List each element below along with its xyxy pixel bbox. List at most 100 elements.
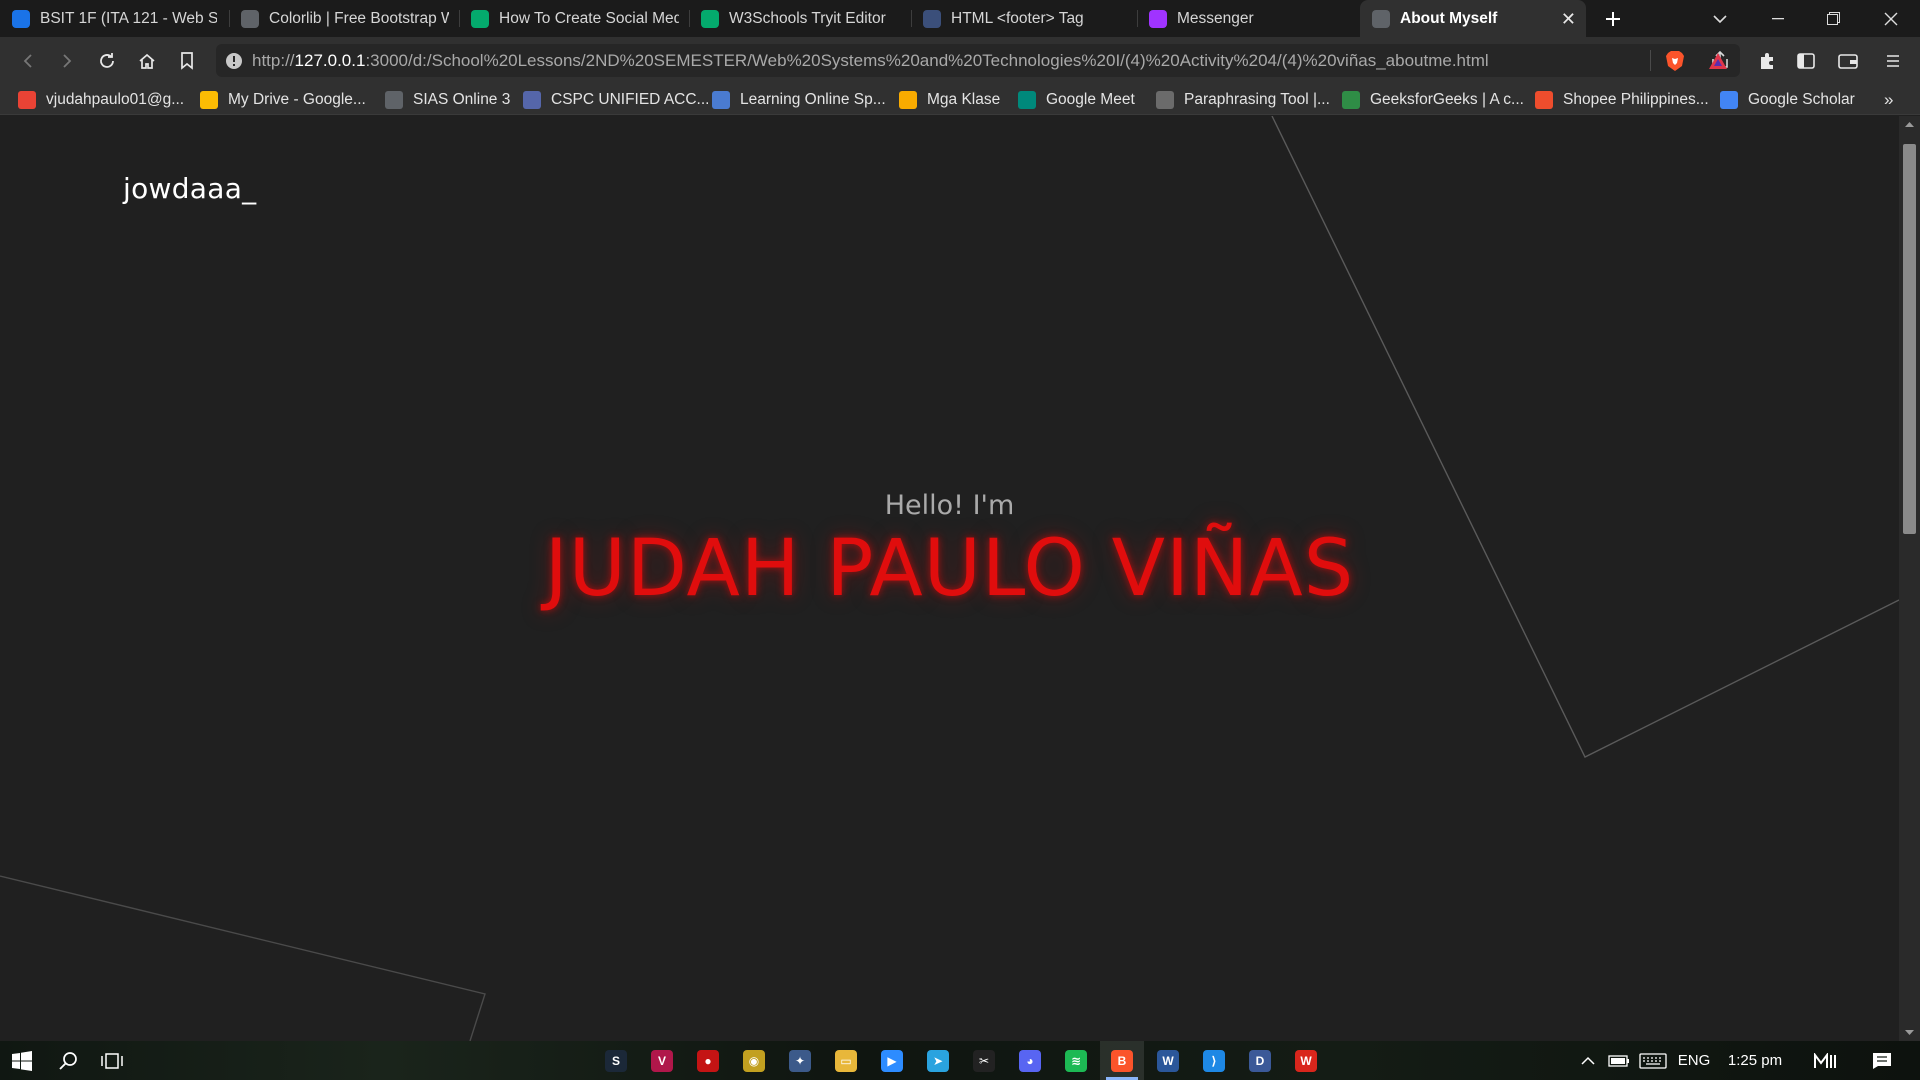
taskbar-app-3[interactable]: ● <box>686 1041 730 1080</box>
language-indicator[interactable]: ENG <box>1676 1041 1712 1080</box>
browser-window: BSIT 1F (ITA 121 - Web Syst Colorlib | Fr… <box>0 0 1920 1080</box>
taskbar-app-16[interactable]: W <box>1284 1041 1328 1080</box>
menu-button[interactable] <box>1875 37 1911 84</box>
pinterest-like-icon: V <box>651 1049 673 1072</box>
taskbar-app-10[interactable]: ◕ <box>1008 1041 1052 1080</box>
taskbar-app-7[interactable]: ▶ <box>870 1041 914 1080</box>
tab-1[interactable]: BSIT 1F (ITA 121 - Web Syst <box>0 0 227 37</box>
scrollbar-thumb[interactable] <box>1903 144 1916 534</box>
touch-keyboard-button[interactable] <box>1636 1041 1670 1080</box>
bookmark-item[interactable]: Mga Klase <box>899 84 1000 115</box>
bookmark-label: Learning Online Sp... <box>740 90 886 108</box>
discord-icon: ◕ <box>1019 1049 1041 1072</box>
bookmark-item[interactable]: Shopee Philippines... <box>1535 84 1709 115</box>
close-window-button[interactable] <box>1866 0 1916 37</box>
taskbar-app-1[interactable]: S <box>594 1041 638 1080</box>
more-bookmarks-button[interactable]: » <box>1884 84 1893 115</box>
show-hidden-icons-button[interactable] <box>1576 1041 1600 1080</box>
vertical-scrollbar[interactable] <box>1899 116 1920 1041</box>
taskbar-app-2[interactable]: V <box>640 1041 684 1080</box>
forward-button[interactable] <box>49 37 85 84</box>
back-button[interactable] <box>10 37 46 84</box>
bookmark-item[interactable]: CSPC UNIFIED ACC... <box>523 84 709 115</box>
home-button[interactable] <box>129 37 165 84</box>
bookmark-icon <box>181 51 193 70</box>
tab-7[interactable]: About Myself ✕ <box>1360 0 1586 37</box>
vscode-icon: ⟩ <box>1203 1049 1225 1072</box>
site-info-icon[interactable] <box>216 44 252 77</box>
bookmark-item[interactable]: Paraphrasing Tool |... <box>1156 84 1330 115</box>
classroom-icon <box>12 9 30 28</box>
game-app-icon: ✦ <box>789 1049 811 1072</box>
bookmark-item[interactable]: Google Scholar <box>1720 84 1855 115</box>
tab-4[interactable]: W3Schools Tryit Editor <box>689 0 919 37</box>
battery-icon <box>1608 1054 1629 1067</box>
plus-icon <box>1606 11 1620 26</box>
steam-icon: S <box>605 1049 627 1072</box>
sidebar-button[interactable] <box>1788 37 1824 84</box>
tab-6[interactable]: Messenger <box>1137 0 1359 37</box>
bookmark-item[interactable]: My Drive - Google... <box>200 84 366 115</box>
brave-rewards-button[interactable] <box>1700 37 1736 84</box>
task-view-button[interactable] <box>90 1041 134 1080</box>
start-button[interactable] <box>0 1041 44 1080</box>
bookmarks-bar: vjudahpaulo01@g... My Drive - Google... SI… <box>0 84 1920 115</box>
site-logo[interactable]: jowdaaa_ <box>123 172 256 205</box>
bookmark-item[interactable]: Learning Online Sp... <box>712 84 886 115</box>
url-path: :3000/d:/School%20Lessons/2ND%20SEMESTER… <box>365 50 1489 70</box>
bookmark-label: vjudahpaulo01@g... <box>46 90 185 108</box>
bookmark-button[interactable] <box>169 37 205 84</box>
bookmark-item[interactable]: Google Meet <box>1018 84 1135 115</box>
brave-lion-icon <box>1666 50 1684 71</box>
w3schools-icon <box>471 9 489 28</box>
restore-icon <box>1826 12 1840 25</box>
address-bar[interactable]: http://127.0.0.1:3000/d:/School%20Lesson… <box>216 44 1740 77</box>
greeting-text: Hello! I'm <box>884 490 1015 521</box>
tray-app-icon <box>1814 1052 1836 1068</box>
minimize-button[interactable] <box>1755 0 1801 37</box>
close-tab-icon[interactable]: ✕ <box>1561 10 1576 28</box>
tray-app-button[interactable] <box>1810 1041 1840 1080</box>
taskbar-app-9[interactable]: ✂ <box>962 1041 1006 1080</box>
tab-search-button[interactable] <box>1702 0 1738 37</box>
reload-button[interactable] <box>89 37 125 84</box>
taskbar-app-5[interactable]: ✦ <box>778 1041 822 1080</box>
scroll-up-arrow[interactable] <box>1899 116 1920 132</box>
bookmark-item[interactable]: SIAS Online 3 <box>385 84 510 115</box>
battery-button[interactable] <box>1605 1041 1633 1080</box>
url-text[interactable]: http://127.0.0.1:3000/d:/School%20Lesson… <box>252 51 1489 71</box>
brave-icon: B <box>1111 1049 1133 1072</box>
taskbar-app-12[interactable]: B <box>1100 1041 1144 1080</box>
search-icon <box>59 1051 77 1070</box>
tab-3[interactable]: How To Create Social Medi <box>459 0 689 37</box>
tab-2[interactable]: Colorlib | Free Bootstrap W <box>229 0 459 37</box>
telegram-icon: ➤ <box>927 1049 949 1072</box>
extensions-button[interactable] <box>1749 37 1785 84</box>
tab-title: How To Create Social Medi <box>499 9 679 27</box>
bookmark-item[interactable]: GeeksforGeeks | A c... <box>1342 84 1524 115</box>
page-viewport: jowdaaa_ Hello! I'm JUDAH PAULO VIÑAS <box>0 116 1899 1041</box>
action-center-button[interactable] <box>1864 1041 1900 1080</box>
clock[interactable]: 1:25 pm <box>1722 1041 1788 1080</box>
taskbar-app-11[interactable]: ≋ <box>1054 1041 1098 1080</box>
taskbar-app-13[interactable]: W <box>1146 1041 1190 1080</box>
bookmark-item[interactable]: vjudahpaulo01@g... <box>18 84 184 115</box>
scroll-down-arrow[interactable] <box>1899 1025 1920 1041</box>
tab-title: Colorlib | Free Bootstrap W <box>269 9 449 27</box>
taskbar-app-6[interactable]: ▭ <box>824 1041 868 1080</box>
decorative-line-left <box>0 875 486 1041</box>
new-tab-button[interactable] <box>1595 0 1631 37</box>
dev-app-icon: D <box>1249 1049 1271 1072</box>
tab-5[interactable]: HTML <footer> Tag <box>911 0 1137 37</box>
taskbar-app-8[interactable]: ➤ <box>916 1041 960 1080</box>
search-button[interactable] <box>46 1041 90 1080</box>
windows-logo-icon <box>12 1050 32 1071</box>
hero-name: JUDAH PAULO VIÑAS <box>544 524 1355 614</box>
taskbar-app-14[interactable]: ⟩ <box>1192 1041 1236 1080</box>
wallet-button[interactable] <box>1830 37 1866 84</box>
restore-button[interactable] <box>1810 0 1856 37</box>
taskbar-app-15[interactable]: D <box>1238 1041 1282 1080</box>
wallet-icon <box>1838 53 1858 69</box>
taskbar-app-4[interactable]: ◉ <box>732 1041 776 1080</box>
brave-shields-button[interactable] <box>1657 37 1693 84</box>
